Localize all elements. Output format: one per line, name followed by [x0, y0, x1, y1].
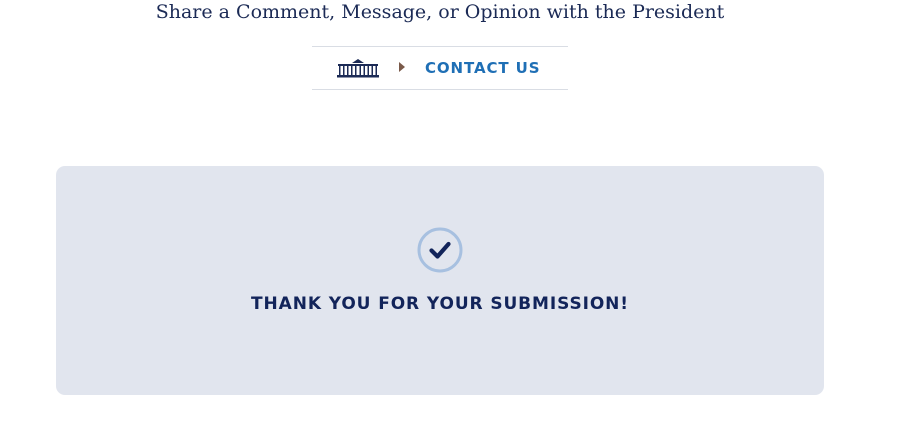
- page-title: Share a Comment, Message, or Opinion wit…: [155, 1, 725, 23]
- caret-right-icon: [399, 62, 405, 72]
- confirmation-message: THANK YOU FOR YOUR SUBMISSION!: [251, 294, 629, 314]
- white-house-icon[interactable]: [336, 58, 380, 78]
- breadcrumb: CONTACT US: [312, 46, 568, 90]
- contact-us-link[interactable]: CONTACT US: [425, 59, 540, 77]
- check-circle-icon: [417, 227, 463, 273]
- submission-confirmation-panel: THANK YOU FOR YOUR SUBMISSION!: [56, 166, 824, 395]
